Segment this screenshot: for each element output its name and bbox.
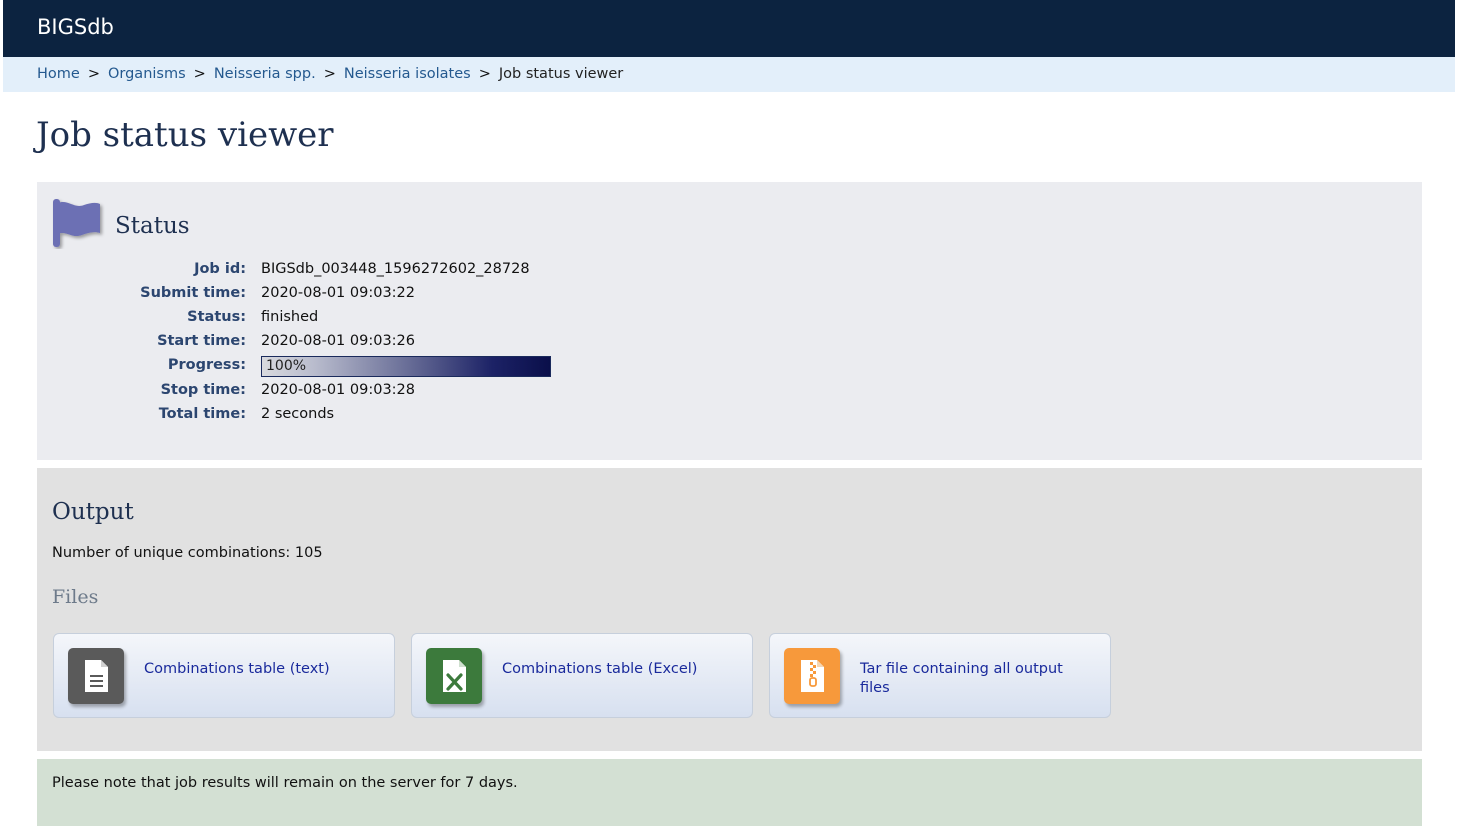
breadcrumb-neisseria-isolates-link[interactable]: Neisseria isolates	[344, 66, 471, 82]
status-details: Job id: BIGSdb_003448_1596272602_28728 S…	[37, 257, 737, 426]
files-heading: Files	[52, 586, 99, 608]
page-title: Job status viewer	[36, 115, 334, 155]
file-link-archive[interactable]: Tar file containing all output files	[860, 660, 1070, 698]
archive-file-icon	[784, 648, 840, 704]
retention-notice: Please note that job results will remain…	[37, 759, 1422, 826]
header-bar: BIGSdb	[3, 0, 1455, 57]
total-time-row: Total time: 2 seconds	[37, 402, 737, 426]
progress-bar: 100%	[261, 356, 551, 377]
stop-time-row: Stop time: 2020-08-01 09:03:28	[37, 378, 737, 402]
retention-notice-text: Please note that job results will remain…	[52, 775, 518, 791]
total-time-label: Total time:	[158, 406, 246, 422]
file-link-excel[interactable]: Combinations table (Excel)	[502, 660, 712, 679]
start-time-label: Start time:	[157, 333, 246, 349]
progress-label: Progress:	[167, 357, 246, 373]
status-heading: Status	[115, 213, 190, 239]
brand-title[interactable]: BIGSdb	[37, 15, 114, 39]
breadcrumb-home-link[interactable]: Home	[37, 66, 80, 82]
submit-time-row: Submit time: 2020-08-01 09:03:22	[37, 281, 737, 305]
breadcrumb-separator: >	[323, 66, 336, 82]
status-label: Status:	[187, 309, 246, 325]
unique-combinations-text: Number of unique combinations: 105	[52, 545, 323, 561]
breadcrumb-organisms-link[interactable]: Organisms	[108, 66, 186, 82]
text-file-icon	[68, 648, 124, 704]
job-id-value: BIGSdb_003448_1596272602_28728	[261, 261, 530, 277]
status-panel: Status Job id: BIGSdb_003448_1596272602_…	[37, 182, 1422, 460]
progress-value: 100%	[266, 358, 307, 374]
stop-time-value: 2020-08-01 09:03:28	[261, 382, 415, 398]
output-panel: Output Number of unique combinations: 10…	[37, 468, 1422, 751]
status-value: finished	[261, 309, 319, 325]
job-id-label: Job id:	[194, 261, 246, 277]
file-card-archive[interactable]: Tar file containing all output files	[769, 633, 1111, 718]
breadcrumb-neisseria-spp-link[interactable]: Neisseria spp.	[214, 66, 316, 82]
file-link-text[interactable]: Combinations table (text)	[144, 660, 354, 679]
submit-time-label: Submit time:	[140, 285, 246, 301]
excel-file-icon	[426, 648, 482, 704]
breadcrumb-separator: >	[87, 66, 100, 82]
job-id-row: Job id: BIGSdb_003448_1596272602_28728	[37, 257, 737, 281]
start-time-value: 2020-08-01 09:03:26	[261, 333, 415, 349]
file-card-excel[interactable]: Combinations table (Excel)	[411, 633, 753, 718]
file-card-text[interactable]: Combinations table (text)	[53, 633, 395, 718]
breadcrumb-current: Job status viewer	[498, 66, 624, 82]
stop-time-label: Stop time:	[160, 382, 246, 398]
status-row: Status: finished	[37, 305, 737, 329]
total-time-value: 2 seconds	[261, 406, 335, 422]
breadcrumb: Home > Organisms > Neisseria spp. > Neisseria …	[3, 57, 1455, 92]
breadcrumb-separator: >	[478, 66, 491, 82]
start-time-row: Start time: 2020-08-01 09:03:26	[37, 329, 737, 353]
flag-icon	[52, 197, 106, 249]
progress-row: Progress: 100%	[37, 353, 737, 378]
breadcrumb-separator: >	[193, 66, 206, 82]
output-heading: Output	[52, 499, 134, 525]
page: BIGSdb Home > Organisms > Neisseria spp. > Nei…	[0, 0, 1458, 834]
submit-time-value: 2020-08-01 09:03:22	[261, 285, 415, 301]
